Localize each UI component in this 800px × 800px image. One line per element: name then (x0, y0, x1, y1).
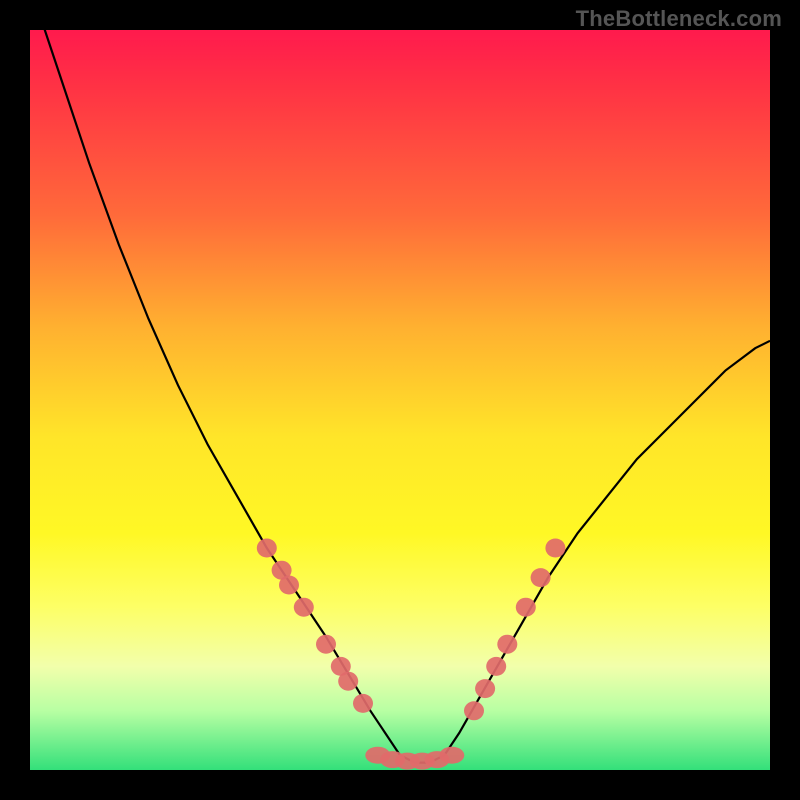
bottleneck-curve (30, 30, 770, 763)
marker-right (545, 539, 565, 558)
marker-left (294, 598, 314, 617)
marker-left (257, 539, 277, 558)
marker-right (516, 598, 536, 617)
marker-left (279, 576, 299, 595)
marker-left (316, 635, 336, 654)
plot-area (30, 30, 770, 770)
marker-right (486, 657, 506, 676)
watermark-text: TheBottleneck.com (576, 6, 782, 32)
chart-svg (30, 30, 770, 770)
marker-left (338, 672, 358, 691)
marker-left (353, 694, 373, 713)
chart-frame: TheBottleneck.com (0, 0, 800, 800)
marker-right (497, 635, 517, 654)
marker-right (464, 701, 484, 720)
marker-bottom (439, 747, 464, 764)
marker-right (475, 679, 495, 698)
marker-right (531, 568, 551, 587)
